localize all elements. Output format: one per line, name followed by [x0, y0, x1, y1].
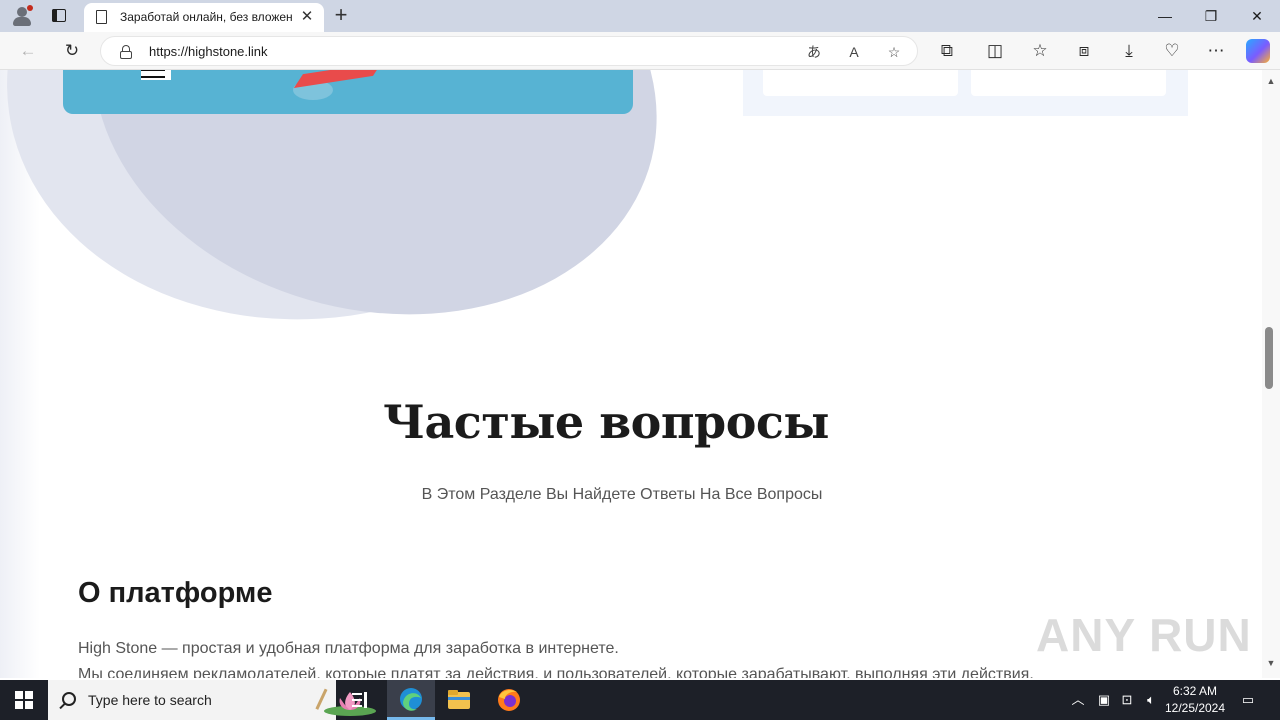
tab-actions-icon[interactable] [50, 6, 70, 26]
network-icon[interactable]: ⊡ [1116, 680, 1138, 720]
features-panel [743, 70, 1188, 116]
scroll-down-icon[interactable]: ▼ [1266, 658, 1276, 668]
collections-icon[interactable]: ⧈ [1071, 39, 1097, 63]
page-viewport: Частые вопросы В Этом Разделе Вы Найдете… [0, 70, 1262, 678]
taskbar-search[interactable]: Type here to search [48, 680, 376, 720]
favorite-star-icon[interactable]: ☆ [883, 42, 905, 62]
back-icon[interactable]: ← [15, 39, 41, 63]
about-paragraph: High Stone — простая и удобная платформа… [78, 640, 619, 657]
page-scrollbar[interactable]: ▲ ▼ [1262, 70, 1280, 678]
close-tab-icon[interactable]: ✕ [298, 8, 316, 26]
split-screen-icon[interactable]: ◫ [982, 39, 1008, 63]
favorites-icon[interactable]: ☆ [1027, 39, 1053, 63]
volume-icon[interactable]: 🔈︎ [1140, 680, 1162, 720]
faq-subtitle: В Этом Разделе Вы Найдете Ответы На Все … [421, 486, 823, 503]
address-bar[interactable]: https://highstone.link あ A ☆ [100, 36, 918, 66]
lock-icon[interactable] [120, 45, 132, 59]
copilot-icon[interactable] [1246, 39, 1270, 63]
more-menu-icon[interactable]: ⋯ [1203, 39, 1229, 63]
watermark-logo: ANY RUN [1036, 609, 1252, 661]
task-view-icon[interactable] [336, 680, 384, 720]
new-tab-button[interactable]: + [330, 4, 352, 26]
edge-taskbar-icon[interactable] [387, 680, 435, 720]
tray-device-icon[interactable]: ▣ [1094, 680, 1114, 720]
active-tab[interactable]: Заработай онлайн, без вложений ✕ [84, 3, 324, 32]
read-aloud-icon[interactable]: A [843, 42, 865, 62]
feature-card [763, 70, 958, 96]
clock-date: 12/25/2024 [1164, 701, 1226, 715]
url-text[interactable]: https://highstone.link [149, 44, 268, 59]
downloads-icon[interactable]: ⤓ [1116, 39, 1142, 63]
notifications-icon[interactable]: ▭ [1236, 680, 1260, 720]
close-window-button[interactable]: ✕ [1234, 0, 1280, 32]
faq-title: Частые вопросы [383, 395, 830, 449]
clock-time: 6:32 AM [1172, 684, 1218, 698]
refresh-icon[interactable]: ↻ [59, 39, 85, 63]
page-icon [96, 10, 107, 24]
translate-icon[interactable]: あ [803, 42, 825, 62]
tab-strip: Заработай онлайн, без вложений ✕ + — ❐ ✕ [0, 0, 1280, 32]
tray-chevron-icon[interactable]: ︿ [1068, 680, 1088, 720]
profile-icon[interactable] [10, 5, 34, 27]
search-icon [62, 692, 76, 706]
feature-card [971, 70, 1166, 96]
minimize-button[interactable]: — [1142, 0, 1188, 32]
menu-icon[interactable] [141, 70, 171, 80]
restore-button[interactable]: ❐ [1188, 0, 1234, 32]
scroll-up-icon[interactable]: ▲ [1266, 76, 1276, 86]
hero-image [63, 70, 633, 114]
taskbar: Type here to search ︿ ▣ ⊡ 🔈︎ 6:32 AM 12/… [0, 680, 1280, 720]
section-title: О платформе [78, 577, 273, 609]
browser-essentials-icon[interactable]: ♡ [1159, 39, 1185, 63]
taskbar-clock[interactable]: 6:32 AM 12/25/2024 [1160, 683, 1230, 717]
about-paragraph: Мы соединяем рекламодателей, которые пла… [78, 666, 1034, 678]
file-explorer-icon[interactable] [435, 680, 483, 720]
windows-start-icon[interactable] [0, 680, 48, 720]
scroll-thumb[interactable] [1265, 327, 1273, 389]
extensions-icon[interactable]: ⧉ [934, 39, 960, 63]
browser-toolbar: ← ↻ https://highstone.link あ A ☆ ⧉ ◫ ☆ ⧈… [0, 32, 1280, 70]
search-placeholder: Type here to search [88, 692, 212, 708]
firefox-icon[interactable] [485, 680, 533, 720]
tab-title: Заработай онлайн, без вложений [120, 10, 292, 24]
